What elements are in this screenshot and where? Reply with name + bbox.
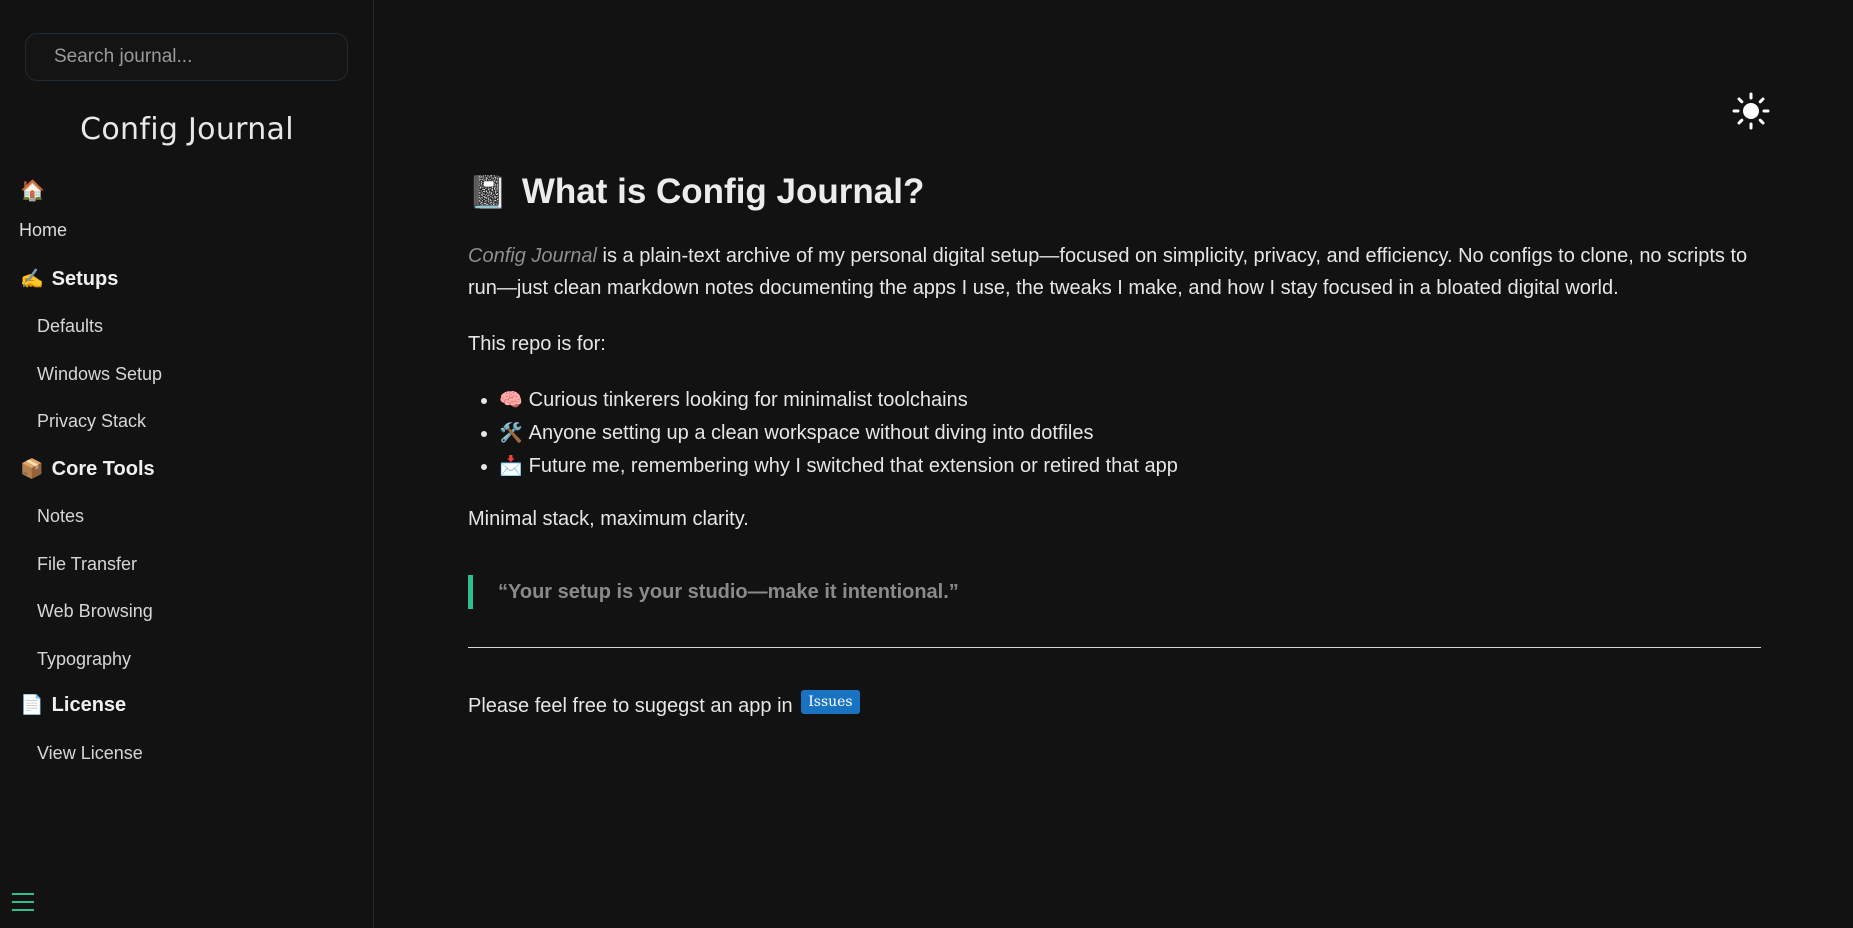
sidebar-item-home[interactable]: Home: [19, 220, 67, 241]
feedback-line: Please feel free to sugegst an app in Is…: [468, 690, 860, 722]
sidebar-section-setups: ✍️ Setups: [20, 267, 118, 291]
repo-for-text: This repo is for:: [468, 333, 606, 355]
sidebar-item-file-transfer[interactable]: File Transfer: [37, 554, 137, 575]
issues-badge[interactable]: Issues: [801, 690, 860, 714]
sidebar-item-view-license[interactable]: View License: [37, 743, 143, 764]
sidebar-section-license: 📄 License: [20, 693, 126, 717]
list-item: 🛠️Anyone setting up a clean workspace wi…: [499, 417, 1178, 450]
brand-name: Config Journal: [468, 245, 597, 267]
quote: “Your setup is your studio—make it inten…: [468, 575, 959, 609]
sidebar: Config Journal 🏠 Home ✍️ Setups Defaults…: [0, 0, 374, 928]
section-label: License: [51, 693, 127, 716]
site-title: Config Journal: [80, 112, 294, 147]
list-item: 📩Future me, remembering why I switched t…: [499, 450, 1178, 483]
notebook-icon: 📓: [468, 174, 508, 210]
intro-paragraph: Config Journal is a plain-text archive o…: [468, 240, 1762, 304]
sun-icon[interactable]: [1732, 92, 1770, 130]
list-item-text: Future me, remembering why I switched th…: [528, 455, 1178, 477]
section-label: Setups: [51, 267, 119, 290]
home-icon: 🏠: [20, 180, 45, 202]
writing-hand-icon: ✍️: [20, 269, 44, 290]
intro-text: is a plain-text archive of my personal d…: [468, 245, 1748, 299]
sidebar-item-notes[interactable]: Notes: [37, 506, 84, 527]
sidebar-item-defaults[interactable]: Defaults: [37, 316, 103, 337]
audience-list: 🧠Curious tinkerers looking for minimalis…: [468, 384, 1178, 483]
list-item: 🧠Curious tinkerers looking for minimalis…: [499, 384, 1178, 417]
hamburger-menu-icon[interactable]: [12, 892, 34, 912]
search-input[interactable]: [26, 34, 347, 80]
package-icon: 📦: [20, 459, 44, 480]
feedback-text: Please feel free to sugegst an app in: [468, 695, 793, 717]
sidebar-item-windows-setup[interactable]: Windows Setup: [37, 364, 162, 385]
sidebar-item-web-browsing[interactable]: Web Browsing: [37, 601, 153, 622]
sidebar-item-typography[interactable]: Typography: [37, 649, 131, 670]
tagline: Minimal stack, maximum clarity.: [468, 508, 749, 530]
tools-icon: 🛠️: [499, 423, 523, 444]
divider: [468, 647, 1761, 648]
list-item-text: Anyone setting up a clean workspace with…: [528, 422, 1094, 444]
sidebar-section-core-tools: 📦 Core Tools: [20, 457, 155, 481]
page-title-text: What is Config Journal?: [521, 172, 925, 211]
list-item-text: Curious tinkerers looking for minimalist…: [528, 389, 968, 411]
app-root: Config Journal 🏠 Home ✍️ Setups Defaults…: [0, 0, 1853, 928]
search-box: [25, 33, 348, 81]
page-title: 📓 What is Config Journal?: [468, 172, 924, 212]
section-label: Core Tools: [51, 457, 155, 480]
sidebar-item-privacy-stack[interactable]: Privacy Stack: [37, 411, 146, 432]
brain-icon: 🧠: [499, 390, 523, 411]
document-icon: 📄: [20, 695, 44, 716]
inbox-icon: 📩: [499, 456, 523, 477]
